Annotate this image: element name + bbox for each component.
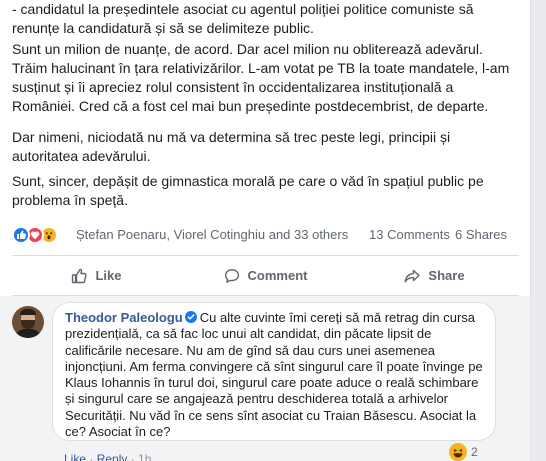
comment-author[interactable]: Theodor Paleologu bbox=[65, 310, 183, 325]
like-icon bbox=[12, 226, 30, 244]
comment-text: Cu alte cuvinte îmi cereți sǎ mǎ retrag … bbox=[65, 310, 483, 440]
comment-icon bbox=[224, 268, 239, 283]
comment-footer: Like · Reply · 1h bbox=[64, 452, 151, 461]
reaction-icons[interactable] bbox=[12, 226, 74, 244]
post-paragraph-1: - candidatul la președintele asociat cu … bbox=[12, 1, 474, 36]
comment-bubble: Theodor Paleologu Cu alte cuvinte îmi cer… bbox=[52, 302, 496, 441]
comment-reply-link[interactable]: Reply bbox=[97, 452, 128, 461]
separator: · bbox=[86, 452, 97, 461]
action-bar: Like Comment Share bbox=[12, 256, 519, 295]
reactions-bar: Ștefan Poenaru, Viorel Cotinghiu and 33 … bbox=[12, 225, 519, 245]
share-button[interactable]: Share bbox=[350, 260, 519, 291]
post-card: - candidatul la președintele asociat cu … bbox=[0, 0, 531, 461]
post-paragraph-4: Sunt, sincer, depǎșit de gimnastica mora… bbox=[12, 173, 484, 208]
comment-like-link[interactable]: Like bbox=[64, 452, 86, 461]
share-icon bbox=[404, 269, 421, 282]
like-button[interactable]: Like bbox=[12, 260, 181, 291]
like-button-label: Like bbox=[95, 268, 122, 283]
reaction-names[interactable]: Ștefan Poenaru, Viorel Cotinghiu and 33 … bbox=[76, 227, 348, 242]
comment-time[interactable]: 1h bbox=[138, 452, 151, 461]
comment-button[interactable]: Comment bbox=[181, 260, 350, 291]
haha-icon bbox=[449, 443, 467, 461]
post-paragraph-2: Sunt un milion de nuanțe, de acord. Dar … bbox=[12, 41, 510, 114]
comments-count[interactable]: 13 Comments bbox=[369, 227, 450, 242]
separator: · bbox=[127, 452, 139, 461]
verified-badge-icon bbox=[184, 311, 197, 323]
thumbs-up-icon bbox=[72, 268, 88, 283]
post-paragraph-3: Dar nimeni, niciodatǎ nu mǎ va determina… bbox=[12, 129, 451, 164]
avatar[interactable] bbox=[12, 306, 44, 338]
shares-count[interactable]: 6 Shares bbox=[455, 227, 507, 242]
comment-reaction-count: 2 bbox=[471, 445, 478, 459]
comment-reaction[interactable]: 2 bbox=[449, 442, 478, 461]
comment-button-label: Comment bbox=[247, 268, 308, 283]
comment-body: Theodor Paleologu Cu alte cuvinte îmi cer… bbox=[65, 310, 485, 440]
share-button-label: Share bbox=[428, 268, 465, 283]
comment-section: Theodor Paleologu Cu alte cuvinte îmi cer… bbox=[0, 296, 530, 461]
